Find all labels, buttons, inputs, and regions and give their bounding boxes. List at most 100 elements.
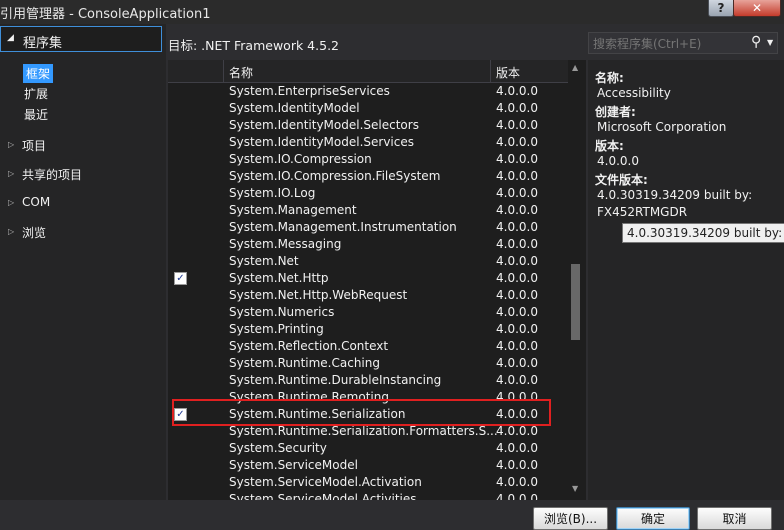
file-version-value-line2: FX452RTMGDR xyxy=(597,205,688,219)
assembly-name: System.IdentityModel.Selectors xyxy=(229,118,419,132)
tree-item-label: 项目 xyxy=(22,139,47,153)
assembly-name: System.IO.Compression xyxy=(229,152,372,166)
assembly-name: System.Messaging xyxy=(229,237,342,251)
assembly-version: 4.0.0.0 xyxy=(496,135,538,149)
assembly-name: System.EnterpriseServices xyxy=(229,84,390,98)
name-label: 名称: xyxy=(595,71,624,85)
list-header: 名称 版本 xyxy=(168,60,568,83)
browse-button[interactable]: 浏览(B)... xyxy=(533,507,608,530)
assembly-row[interactable]: System.Security 4.0.0.0 xyxy=(168,440,568,457)
assembly-name: System.Management.Instrumentation xyxy=(229,220,457,234)
highlight-box xyxy=(172,399,551,426)
creator-value: Microsoft Corporation xyxy=(597,120,727,134)
vertical-scrollbar[interactable]: ▲ ▼ xyxy=(568,60,584,496)
assembly-row[interactable]: System.Net.Http.WebRequest 4.0.0.0 xyxy=(168,287,568,304)
subitem-recent[interactable]: 最近 xyxy=(24,106,48,123)
close-button[interactable]: ✕ xyxy=(733,0,781,17)
column-header-name[interactable]: 名称 xyxy=(229,64,253,81)
assembly-version: 4.0.0.0 xyxy=(496,288,538,302)
assembly-version: 4.0.0.0 xyxy=(496,458,538,472)
assembly-version: 4.0.0.0 xyxy=(496,373,538,387)
collapsed-triangle-icon: ▷ xyxy=(8,169,15,178)
assembly-row[interactable]: System.Management 4.0.0.0 xyxy=(168,202,568,219)
assembly-version: 4.0.0.0 xyxy=(496,169,538,183)
target-framework: 目标: .NET Framework 4.5.2 xyxy=(168,38,339,53)
assembly-list: 名称 版本 System.EnterpriseServices 4.0.0.0 Sy… xyxy=(168,60,586,500)
assembly-version: 4.0.0.0 xyxy=(496,152,538,166)
assembly-row[interactable]: System.IdentityModel.Services 4.0.0.0 xyxy=(168,134,568,151)
tree-item-label: 程序集 xyxy=(23,36,63,51)
column-header-version[interactable]: 版本 xyxy=(496,64,520,81)
collapsed-triangle-icon: ▷ xyxy=(8,198,15,207)
assembly-row[interactable]: System.Messaging 4.0.0.0 xyxy=(168,236,568,253)
assembly-version: 4.0.0.0 xyxy=(496,203,538,217)
assembly-version: 4.0.0.0 xyxy=(496,84,538,98)
assembly-row[interactable]: System.Printing 4.0.0.0 xyxy=(168,321,568,338)
help-button[interactable]: ? xyxy=(708,0,734,17)
subitem-extensions[interactable]: 扩展 xyxy=(24,85,48,102)
column-separator[interactable] xyxy=(490,60,491,82)
assembly-row[interactable]: System.Numerics 4.0.0.0 xyxy=(168,304,568,321)
assembly-row[interactable]: System.EnterpriseServices 4.0.0.0 xyxy=(168,83,568,100)
assembly-row[interactable]: System.IdentityModel 4.0.0.0 xyxy=(168,100,568,117)
checkbox[interactable]: ✓ xyxy=(174,272,187,285)
assembly-name: System.ServiceModel.Activation xyxy=(229,475,422,489)
assembly-name: System.Printing xyxy=(229,322,324,336)
assembly-version: 4.0.0.0 xyxy=(496,441,538,455)
tree-item-assemblies[interactable]: ◢ 程序集 xyxy=(0,26,162,52)
assembly-row[interactable]: System.Runtime.DurableInstancing 4.0.0.0 xyxy=(168,372,568,389)
title-bar: 引用管理器 - ConsoleApplication1 ? ✕ xyxy=(0,0,784,24)
creator-label: 创建者: xyxy=(595,105,636,119)
assembly-name: System.Reflection.Context xyxy=(229,339,389,353)
version-label: 版本: xyxy=(595,139,624,153)
assembly-row[interactable]: System.ServiceModel.Activities 4.0.0.0 xyxy=(168,491,568,500)
subitem-framework[interactable]: 框架 xyxy=(23,64,54,83)
assembly-version: 4.0.0.0 xyxy=(496,475,538,489)
assembly-version: 4.0.0.0 xyxy=(496,271,538,285)
assembly-version: 4.0.0.0 xyxy=(496,322,538,336)
assembly-row[interactable]: System.IO.Log 4.0.0.0 xyxy=(168,185,568,202)
search-box[interactable]: ⚲ ▼ xyxy=(588,32,778,54)
assembly-row[interactable]: System.Runtime.Caching 4.0.0.0 xyxy=(168,355,568,372)
assembly-version: 4.0.0.0 xyxy=(496,101,538,115)
assembly-row[interactable]: System.IO.Compression.FileSystem 4.0.0.0 xyxy=(168,168,568,185)
search-icon[interactable]: ⚲ xyxy=(751,34,761,50)
file-version-label: 文件版本: xyxy=(595,173,648,187)
ok-button[interactable]: 确定 xyxy=(616,507,690,530)
assembly-name: System.Management xyxy=(229,203,357,217)
column-separator[interactable] xyxy=(223,60,224,82)
assembly-name: System.Runtime.DurableInstancing xyxy=(229,373,442,387)
expanded-triangle-icon: ◢ xyxy=(7,33,14,43)
assembly-row[interactable]: System.Net 4.0.0.0 xyxy=(168,253,568,270)
assembly-version: 4.0.0.0 xyxy=(496,339,538,353)
window-title: 引用管理器 - ConsoleApplication1 xyxy=(0,7,211,22)
assembly-row[interactable]: ✓ System.Net.Http 4.0.0.0 xyxy=(168,270,568,287)
assembly-row[interactable]: System.IO.Compression 4.0.0.0 xyxy=(168,151,568,168)
tree-item-label: 共享的项目 xyxy=(22,168,83,182)
name-value: Accessibility xyxy=(597,86,671,100)
assembly-name: System.IO.Compression.FileSystem xyxy=(229,169,441,183)
assembly-version: 4.0.0.0 xyxy=(496,118,538,132)
search-input[interactable] xyxy=(591,35,745,53)
assembly-name: System.Numerics xyxy=(229,305,335,319)
assembly-name: System.IO.Log xyxy=(229,186,316,200)
assembly-version: 4.0.0.0 xyxy=(496,356,538,370)
scroll-down-icon[interactable]: ▼ xyxy=(572,484,578,493)
assembly-row[interactable]: System.IdentityModel.Selectors 4.0.0.0 xyxy=(168,117,568,134)
assembly-row[interactable]: System.ServiceModel 4.0.0.0 xyxy=(168,457,568,474)
scroll-up-icon[interactable]: ▲ xyxy=(572,63,578,72)
assembly-version: 4.0.0.0 xyxy=(496,254,538,268)
assembly-version: 4.0.0.0 xyxy=(496,186,538,200)
assembly-name: System.IdentityModel.Services xyxy=(229,135,414,149)
chevron-down-icon[interactable]: ▼ xyxy=(767,38,773,47)
scroll-thumb[interactable] xyxy=(571,264,580,340)
assembly-name: System.Net xyxy=(229,254,299,268)
version-value: 4.0.0.0 xyxy=(597,154,639,168)
assembly-row[interactable]: System.ServiceModel.Activation 4.0.0.0 xyxy=(168,474,568,491)
assembly-row[interactable]: System.Management.Instrumentation 4.0.0.0 xyxy=(168,219,568,236)
assembly-row[interactable]: System.Reflection.Context 4.0.0.0 xyxy=(168,338,568,355)
assembly-name: System.Runtime.Caching xyxy=(229,356,380,370)
cancel-button[interactable]: 取消 xyxy=(697,507,772,530)
assembly-name: System.ServiceModel xyxy=(229,458,358,472)
assembly-version: 4.0.0.0 xyxy=(496,237,538,251)
